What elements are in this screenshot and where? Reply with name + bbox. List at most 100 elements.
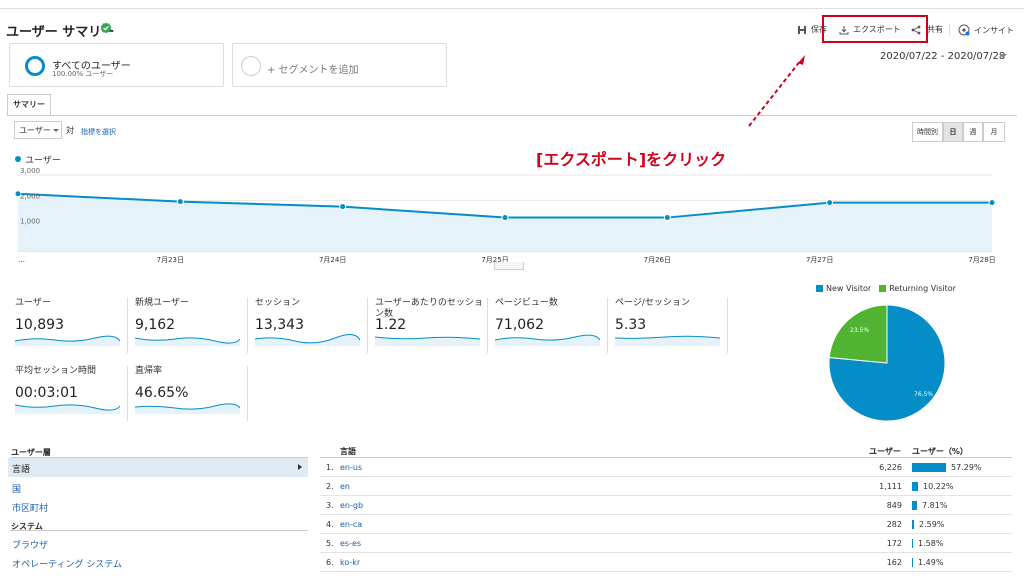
tab-summary[interactable]: サマリー [7,94,51,116]
top-border [0,8,1024,9]
row-index: 2. [326,482,334,491]
line-chart: 3,0002,0001,000… 7月23日 7月24日 7月25日 7月26日 7月27… [14,167,996,264]
metric-sparkline [15,404,121,414]
metric-value: 46.65% [135,385,189,401]
legend-new-visitor: New Visitor [816,284,871,293]
row-users: 282 [886,520,902,529]
data-point[interactable] [501,214,509,222]
dimension-item-country[interactable]: 国 [12,482,21,495]
data-point[interactable] [339,203,347,211]
data-point[interactable] [988,199,996,207]
metric-value: 10,893 [15,317,64,333]
dimension-item-browser[interactable]: ブラウザ [12,538,48,551]
x-tick-label: … [18,256,25,264]
row-language-link[interactable]: ko-kr [340,558,360,567]
add-segment-label: + セグメントを追加 [267,65,359,76]
metric-card: 直帰率 46.65% [130,366,248,421]
metric-label: ページビュー数 [495,298,558,308]
metric-value: 71,062 [495,317,544,333]
pie-chart: 76.5% 23.5% [828,304,946,422]
row-index: 4. [326,520,334,529]
row-index: 3. [326,501,334,510]
dimension-item-language[interactable]: 言語 [8,458,308,477]
table-row: 6. ko-kr 162 1.49% [320,553,1012,572]
date-range-picker[interactable]: 2020/07/22 - 2020/07/28 [880,51,1005,62]
metric-sparkline [15,335,121,346]
metric-value: 9,162 [135,317,176,333]
metric-value: 1.22 [375,317,407,333]
table-header-language: 言語 [340,447,356,456]
metric-sparkline [495,334,601,346]
metric-card: ユーザーあたりのセッション数 1.22 [370,298,488,353]
row-language-link[interactable]: es-es [340,539,361,548]
row-users: 172 [886,539,902,548]
data-point[interactable] [663,214,671,222]
row-percent-bar [912,539,913,548]
metric-card: ユーザー 10,893 [10,298,128,353]
row-language-link[interactable]: en [340,482,350,491]
table-row: 5. es-es 172 1.58% [320,534,1012,553]
y-tick-label: 3,000 [20,167,40,175]
segment-all-users[interactable]: すべてのユーザー 100.00% ユーザー [9,43,224,87]
table-row: 4. en-ca 282 2.59% [320,515,1012,534]
y-tick-label: 1,000 [20,218,40,226]
tab-divider [7,115,1017,116]
chart-collapse-handle[interactable] [494,262,524,270]
segment-circle-icon [25,56,45,76]
x-tick-label: 7月23日 [157,256,184,264]
vs-label: 対 [66,126,74,135]
x-tick-label: 7月26日 [644,256,671,264]
metric-sparkline [615,335,721,346]
row-percent: 10.22% [923,482,954,491]
row-percent: 57.29% [951,463,982,472]
metric-sparkline [255,334,361,346]
export-highlight-box [822,15,928,43]
row-index: 5. [326,539,334,548]
metric-label: 直帰率 [135,366,163,376]
table-header-percent: ユーザー（%） [912,447,968,456]
row-percent: 7.81% [922,501,948,510]
row-users: 1,111 [879,482,902,491]
row-users: 162 [886,558,902,567]
row-percent: 2.59% [919,520,945,529]
row-language-link[interactable]: en-us [340,463,362,472]
legend-swatch [879,285,887,292]
pie-label-returning: 23.5% [850,327,869,334]
dimension-item-os[interactable]: オペレーティング システム [12,557,122,570]
y-tick-label: 2,000 [20,192,40,200]
metric-card: セッション 13,343 [250,298,368,353]
insight-icon [958,24,970,36]
add-segment-button[interactable]: + セグメントを追加 [232,43,447,87]
dimension-item-city[interactable]: 市区町村 [12,501,48,514]
pie-slice-returning-visitor[interactable] [828,304,888,364]
row-index: 1. [326,463,334,472]
row-language-link[interactable]: en-gb [340,501,363,510]
row-language-link[interactable]: en-ca [340,520,362,529]
save-icon [798,25,806,34]
data-point[interactable] [176,198,184,206]
select-metric-link[interactable]: 指標を選択 [81,127,116,137]
metric-sparkline [375,336,481,346]
row-percent-bar [912,520,914,529]
legend-swatch [816,285,823,292]
period-hourly-button[interactable]: 時間別 [912,122,943,142]
table-row: 2. en 1,111 10.22% [320,477,1012,496]
period-weekly-button[interactable]: 週 [963,122,983,142]
data-point[interactable] [826,199,834,207]
period-daily-button[interactable]: 日 [943,122,963,142]
metric-value: 13,343 [255,317,304,333]
metric-card: ページビュー数 71,062 [490,298,608,353]
table-row: 3. en-gb 849 7.81% [320,496,1012,515]
metric-label: ユーザー [15,298,51,308]
period-monthly-button[interactable]: 月 [983,122,1005,142]
row-percent-bar [912,482,918,491]
table-header-users: ユーザー [869,447,901,456]
insight-button[interactable]: インサイト [958,24,1014,36]
metric-sparkline [135,403,241,414]
x-tick-label: 7月24日 [319,256,346,264]
dimension-language-label: 言語 [12,465,31,475]
chevron-down-icon[interactable] [999,54,1007,58]
metric-label: ページ/セッション [615,298,690,308]
row-index: 6. [326,558,334,567]
x-tick-label: 7月28日 [968,256,995,264]
